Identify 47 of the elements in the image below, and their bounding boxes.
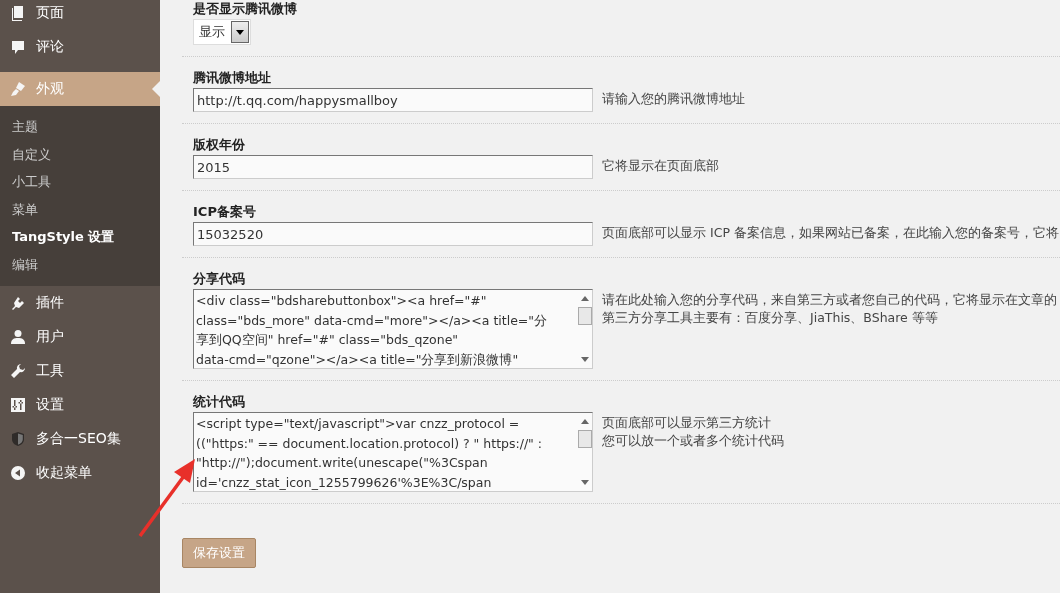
scroll-up-icon[interactable] — [580, 296, 589, 301]
user-icon — [10, 329, 26, 345]
scroll-up-icon[interactable] — [580, 419, 589, 424]
code-textarea[interactable]: <div class="bdsharebuttonbox"><a href="#" class="bds_more" data-cmd="more"></a><a title="分 享到QQ空间" href="#" class="bds_qzone" data-cmd="qzone"></a><a title="分享到新浪微博" — [193, 289, 593, 369]
dropdown[interactable]: 显示 — [193, 19, 251, 45]
speech-bubble-icon — [10, 39, 26, 55]
menu-item[interactable]: 工具 — [0, 354, 160, 388]
field-label: 腾讯微博地址 — [193, 69, 272, 87]
submenu-item[interactable]: 主题 — [0, 113, 160, 141]
submenu-item[interactable]: 菜单 — [0, 195, 160, 223]
submenu-item[interactable]: 编辑 — [0, 250, 160, 278]
text-field[interactable]: 15032520 — [193, 222, 593, 246]
scroll-down-icon[interactable] — [580, 480, 589, 485]
submenu-item[interactable]: 小工具 — [0, 168, 160, 196]
text-field[interactable]: 2015 — [193, 155, 593, 179]
scrollbar-thumb[interactable] — [577, 430, 592, 448]
page-icon — [10, 5, 26, 21]
caret-icon — [236, 29, 244, 35]
menu-item[interactable]: 页面 — [0, 0, 160, 30]
scrollbar-thumb[interactable] — [577, 307, 592, 325]
field-description: 请输入您的腾讯微博地址 — [602, 90, 745, 108]
shield-icon — [10, 431, 26, 447]
plug-icon — [10, 295, 26, 311]
collapse-icon — [10, 465, 26, 481]
scroll-down-icon[interactable] — [580, 357, 589, 362]
field-description: 它将显示在页面底部 — [602, 157, 719, 175]
wrench-icon — [10, 363, 26, 379]
menu-item[interactable]: 收起菜单 — [0, 456, 160, 490]
field-label: 是否显示腾讯微博 — [193, 0, 298, 18]
text-field[interactable]: http://t.qq.com/happysmallboy — [193, 88, 593, 112]
field-label: 分享代码 — [193, 270, 246, 288]
field-description: 请在此处输入您的分享代码，来自第三方或者您自己的代码，它将显示在文章的 第三方分享工具主要有：百度分享、JiaThis、BShare 等等 — [602, 291, 1057, 327]
menu-item[interactable]: 用户 — [0, 320, 160, 354]
field-description: 页面底部可以显示 ICP 备案信息，如果网站已备案，在此输入您的备案号，它将 — [602, 224, 1059, 242]
paintbrush-icon — [10, 81, 26, 97]
field-label: 版权年份 — [193, 136, 246, 154]
code-textarea[interactable]: <script type="text/javascript">var cnzz_protocol = (("https:" == document.location.protocol) ? " https://" : "http://");document.write(unescape("%3Cspan id='cnzz_stat_icon_1255799626'%3E%3C/span — [193, 412, 593, 492]
submenu-item[interactable]: TangStyle 设置 — [0, 223, 160, 251]
field-description: 页面底部可以显示第三方统计 您可以放一个或者多个统计代码 — [602, 414, 784, 450]
menu-item[interactable]: 评论 — [0, 30, 160, 64]
sliders-icon — [10, 397, 26, 413]
menu-item[interactable]: 多合一SEO集 — [0, 422, 160, 456]
field-label: 统计代码 — [193, 393, 246, 411]
menu-item[interactable]: 插件 — [0, 286, 160, 320]
field-label: ICP备案号 — [193, 203, 257, 221]
submenu-item[interactable]: 自定义 — [0, 140, 160, 168]
menu-item[interactable]: 设置 — [0, 388, 160, 422]
